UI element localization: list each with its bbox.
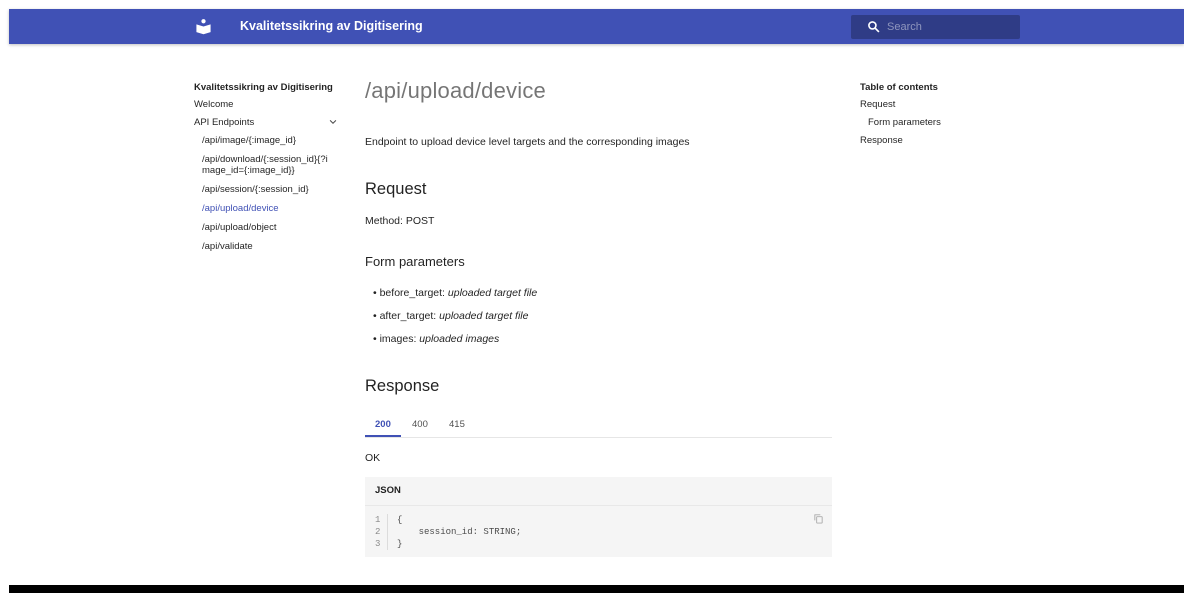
toc-item-response[interactable]: Response (860, 135, 941, 146)
footer-bar (9, 585, 1184, 593)
tab-400[interactable]: 400 (412, 419, 428, 430)
nav-item-image[interactable]: /api/image/{:image_id} (202, 135, 344, 146)
nav-item-validate[interactable]: /api/validate (202, 241, 344, 252)
param-name: before_target: (379, 287, 445, 299)
line-numbers: 1 2 3 (375, 515, 381, 549)
param-item: • before_target: uploaded target file (373, 287, 538, 299)
nav-item-welcome[interactable]: Welcome (194, 99, 344, 110)
param-item: • after_target: uploaded target file (373, 310, 529, 322)
param-desc: uploaded images (419, 333, 500, 345)
primary-navigation: Kvalitetssikring av Digitisering Welcome… (194, 82, 344, 260)
nav-title: Kvalitetssikring av Digitisering (194, 82, 333, 93)
nav-item-session[interactable]: /api/session/{:session_id} (202, 184, 344, 195)
response-tabs: 200 400 415 (365, 409, 832, 438)
gutter-divider (387, 514, 388, 550)
page-title: /api/upload/device (365, 78, 546, 103)
top-header-bar: Kvalitetssikring av Digitisering (9, 9, 1184, 44)
copy-icon[interactable] (813, 513, 824, 524)
search-input[interactable] (887, 15, 1015, 39)
param-desc: uploaded target file (439, 310, 529, 322)
code-block: JSON 1 2 3 { session_id: STRING; } (365, 477, 832, 557)
form-parameters-heading: Form parameters (365, 254, 465, 269)
nav-item-upload-device[interactable]: /api/upload/device (202, 203, 344, 214)
search-icon (868, 21, 880, 33)
code-content: { session_id: STRING; } (397, 515, 522, 549)
nav-section-label[interactable]: API Endpoints (194, 117, 344, 128)
active-tab-indicator (365, 435, 401, 437)
intro-text: Endpoint to upload device level targets … (365, 136, 690, 148)
nav-subitems: /api/image/{:image_id} /api/download/{:s… (194, 135, 344, 252)
nav-item-upload-object[interactable]: /api/upload/object (202, 222, 344, 233)
toc-item-request[interactable]: Request (860, 99, 941, 110)
param-name: images: (379, 333, 417, 345)
site-title[interactable]: Kvalitetssikring av Digitisering (240, 9, 423, 44)
tab-415[interactable]: 415 (449, 419, 465, 430)
nav-item-download[interactable]: /api/download/{:session_id}{?image_id={:… (202, 154, 332, 176)
logo-icon[interactable] (195, 18, 212, 35)
param-name: after_target: (379, 310, 437, 322)
toc-title: Table of contents (860, 82, 938, 93)
code-label: JSON (365, 477, 832, 506)
response-heading: Response (365, 377, 440, 395)
request-heading: Request (365, 180, 427, 198)
search-box[interactable] (851, 15, 1020, 39)
chevron-down-icon[interactable] (328, 117, 338, 127)
nav-section-api-endpoints[interactable]: API Endpoints (194, 117, 344, 128)
param-item: • images: uploaded images (373, 333, 500, 345)
status-text: OK (365, 452, 381, 464)
table-of-contents: Table of contents Request Form parameter… (860, 82, 941, 153)
toc-item-form-parameters[interactable]: Form parameters (860, 117, 941, 128)
param-desc: uploaded target file (447, 287, 538, 299)
main-content: /api/upload/device Endpoint to upload de… (365, 78, 832, 557)
tab-200[interactable]: 200 (375, 419, 391, 430)
method-text: Method: POST (365, 215, 435, 227)
